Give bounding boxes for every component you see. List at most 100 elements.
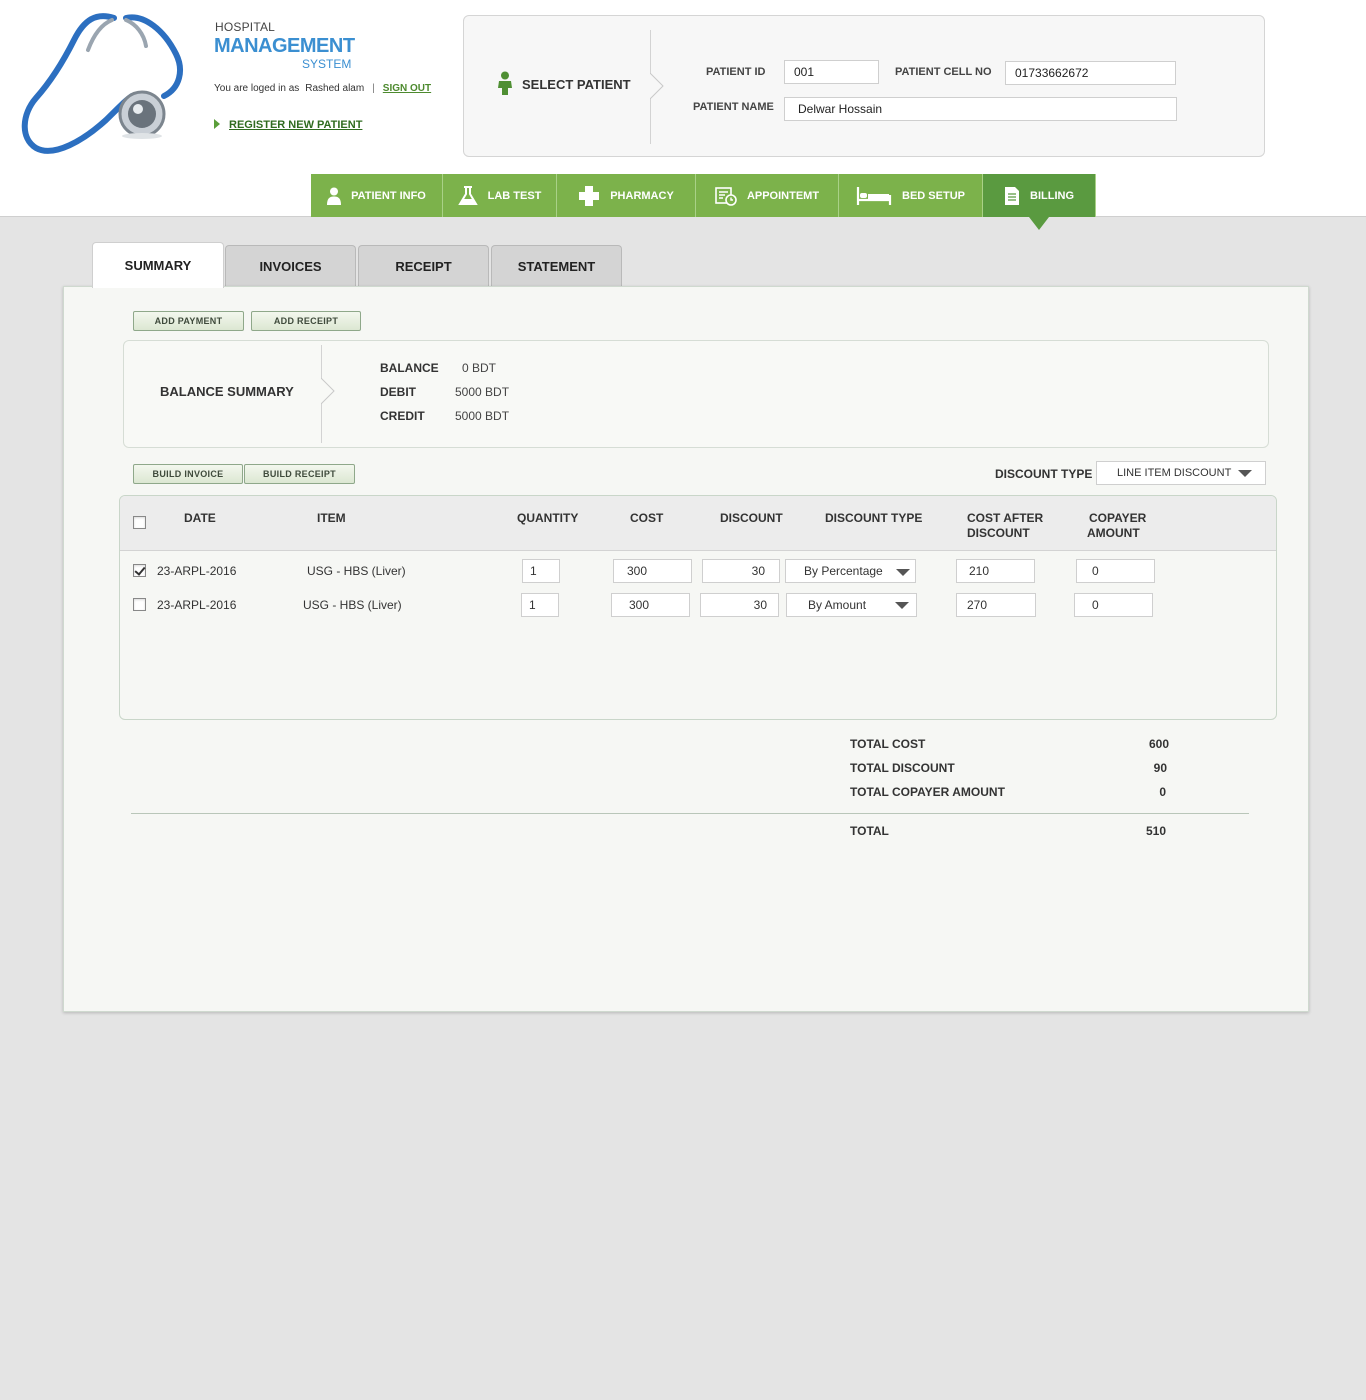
register-label: REGISTER NEW PATIENT bbox=[229, 119, 363, 131]
discount-type-select[interactable]: By Percentage bbox=[785, 559, 916, 583]
discount-type-label: DISCOUNT TYPE bbox=[995, 467, 1093, 481]
patient-id-input[interactable]: 001 bbox=[784, 60, 879, 84]
total-discount-value: 90 bbox=[1153, 761, 1167, 775]
tab-receipt[interactable]: RECEIPT bbox=[358, 245, 489, 287]
copayer-amount-input[interactable]: 0 bbox=[1076, 559, 1155, 583]
row-checkbox[interactable] bbox=[133, 564, 146, 577]
row-date: 23-ARPL-2016 bbox=[157, 598, 237, 612]
sign-out-link[interactable]: SIGN OUT bbox=[383, 83, 431, 94]
cost-input[interactable]: 300 bbox=[613, 559, 692, 583]
quantity-input[interactable]: 1 bbox=[521, 593, 559, 617]
login-separator: | bbox=[372, 83, 375, 94]
col-quantity: QUANTITY bbox=[517, 511, 579, 525]
tab-invoices[interactable]: INVOICES bbox=[225, 245, 356, 287]
add-payment-button[interactable]: ADD PAYMENT bbox=[133, 311, 244, 331]
nav-label: BED SETUP bbox=[902, 189, 965, 202]
chevron-down-icon bbox=[1238, 470, 1252, 477]
col-cost-after-discount-line1: COST AFTER bbox=[967, 511, 1044, 525]
build-invoice-button[interactable]: BUILD INVOICE bbox=[133, 464, 243, 484]
nav-label: APPOINTEMT bbox=[746, 189, 820, 202]
discount-type-value: By Percentage bbox=[804, 564, 883, 578]
grand-total-value: 510 bbox=[1145, 824, 1166, 838]
document-icon bbox=[1004, 186, 1020, 206]
balance-label: BALANCE bbox=[380, 361, 439, 375]
nav-patient-info[interactable]: PATIENT INFO bbox=[311, 174, 443, 217]
col-copayer-amount-line2: AMOUNT bbox=[1087, 526, 1140, 540]
nav-pharmacy[interactable]: PHARMACY bbox=[557, 174, 696, 217]
chevron-right-icon bbox=[321, 378, 335, 404]
row-checkbox[interactable] bbox=[133, 598, 146, 611]
calendar-clock-icon bbox=[715, 186, 737, 206]
select-all-checkbox[interactable] bbox=[133, 516, 146, 529]
chevron-right-icon bbox=[650, 73, 664, 99]
patient-name-input[interactable]: Delwar Hossain bbox=[784, 97, 1177, 121]
balance-value: 0 BDT bbox=[462, 361, 497, 375]
nav-appointment[interactable]: APPOINTEMT bbox=[696, 174, 839, 217]
nav-label: PATIENT INFO bbox=[351, 189, 426, 202]
brand-line-2: MANAGEMENT bbox=[214, 35, 355, 57]
discount-type-select[interactable]: LINE ITEM DISCOUNT bbox=[1096, 461, 1266, 485]
quantity-input[interactable]: 1 bbox=[522, 559, 560, 583]
patient-cell-input[interactable]: 01733662672 bbox=[1005, 61, 1176, 85]
person-icon bbox=[327, 187, 342, 205]
balance-summary-box: BALANCE SUMMARY BALANCE 0 BDT DEBIT 5000… bbox=[123, 340, 1269, 448]
login-prefix: You are loged in as bbox=[214, 83, 300, 94]
discount-type-value: LINE ITEM DISCOUNT bbox=[1117, 467, 1232, 479]
chevron-down-icon bbox=[896, 569, 910, 576]
patient-id-label: PATIENT ID bbox=[706, 66, 766, 78]
col-discount: DISCOUNT bbox=[720, 511, 783, 525]
stethoscope-logo-icon bbox=[21, 13, 183, 154]
play-arrow-icon bbox=[214, 119, 220, 129]
totals-divider bbox=[131, 813, 1249, 814]
table-header: DATE ITEM QUANTITY COST DISCOUNT DISCOUN… bbox=[120, 496, 1276, 551]
brand-line-3: SYSTEM bbox=[302, 57, 352, 71]
bed-icon bbox=[856, 186, 892, 206]
copayer-amount-input[interactable]: 0 bbox=[1074, 593, 1153, 617]
nav-billing[interactable]: BILLING bbox=[983, 174, 1096, 230]
nav-label: BILLING bbox=[1030, 189, 1074, 202]
discount-input[interactable]: 30 bbox=[700, 593, 779, 617]
col-discount-type: DISCOUNT TYPE bbox=[825, 511, 923, 525]
tab-statement[interactable]: STATEMENT bbox=[491, 245, 622, 287]
total-cost-label: TOTAL COST bbox=[850, 737, 926, 751]
register-new-patient-link[interactable]: REGISTER NEW PATIENT bbox=[214, 119, 362, 131]
discount-input[interactable]: 30 bbox=[702, 559, 780, 583]
debit-label: DEBIT bbox=[380, 385, 416, 399]
credit-label: CREDIT bbox=[380, 409, 425, 423]
brand-line-1: HOSPITAL bbox=[215, 20, 276, 34]
row-date: 23-ARPL-2016 bbox=[157, 564, 237, 578]
tab-summary[interactable]: SUMMARY bbox=[92, 242, 224, 288]
total-cost-value: 600 bbox=[1148, 737, 1169, 751]
discount-type-select[interactable]: By Amount bbox=[786, 593, 917, 617]
nav-label: PHARMACY bbox=[610, 189, 674, 202]
add-receipt-button[interactable]: ADD RECEIPT bbox=[251, 311, 361, 331]
credit-value: 5000 BDT bbox=[455, 409, 510, 423]
medical-cross-icon bbox=[578, 185, 600, 207]
nav-lab-test[interactable]: LAB TEST bbox=[443, 174, 557, 217]
billing-summary-panel: ADD PAYMENT ADD RECEIPT BALANCE SUMMARY … bbox=[63, 286, 1309, 1012]
col-cost-after-discount-line2: DISCOUNT bbox=[967, 526, 1030, 540]
cost-after-discount-input[interactable]: 270 bbox=[956, 593, 1036, 617]
flask-icon bbox=[457, 185, 478, 206]
nav-bed-setup[interactable]: BED SETUP bbox=[839, 174, 983, 217]
debit-value: 5000 BDT bbox=[455, 385, 510, 399]
cost-after-discount-input[interactable]: 210 bbox=[956, 559, 1035, 583]
select-patient-button[interactable]: SELECT PATIENT bbox=[496, 71, 631, 95]
billing-items-table: DATE ITEM QUANTITY COST DISCOUNT DISCOUN… bbox=[119, 495, 1277, 720]
col-item: ITEM bbox=[317, 511, 346, 525]
discount-type-value: By Amount bbox=[808, 598, 867, 612]
grand-total-label: TOTAL bbox=[850, 824, 889, 838]
select-patient-label: SELECT PATIENT bbox=[522, 77, 631, 92]
balance-summary-title: BALANCE SUMMARY bbox=[160, 384, 294, 399]
total-discount-label: TOTAL DISCOUNT bbox=[850, 761, 955, 775]
build-receipt-button[interactable]: BUILD RECEIPT bbox=[244, 464, 355, 484]
patient-selector-panel: SELECT PATIENT PATIENT ID 001 PATIENT CE… bbox=[463, 15, 1265, 157]
row-item: USG - HBS (Liver) bbox=[303, 598, 402, 612]
col-date: DATE bbox=[184, 511, 216, 525]
patient-cell-label: PATIENT CELL NO bbox=[895, 66, 992, 78]
chevron-down-icon bbox=[895, 602, 909, 609]
row-item: USG - HBS (Liver) bbox=[307, 564, 406, 578]
login-status: You are loged in as Rashed alam | SIGN OUT bbox=[214, 83, 431, 94]
total-copayer-label: TOTAL COPAYER AMOUNT bbox=[850, 785, 1005, 799]
cost-input[interactable]: 300 bbox=[611, 593, 690, 617]
